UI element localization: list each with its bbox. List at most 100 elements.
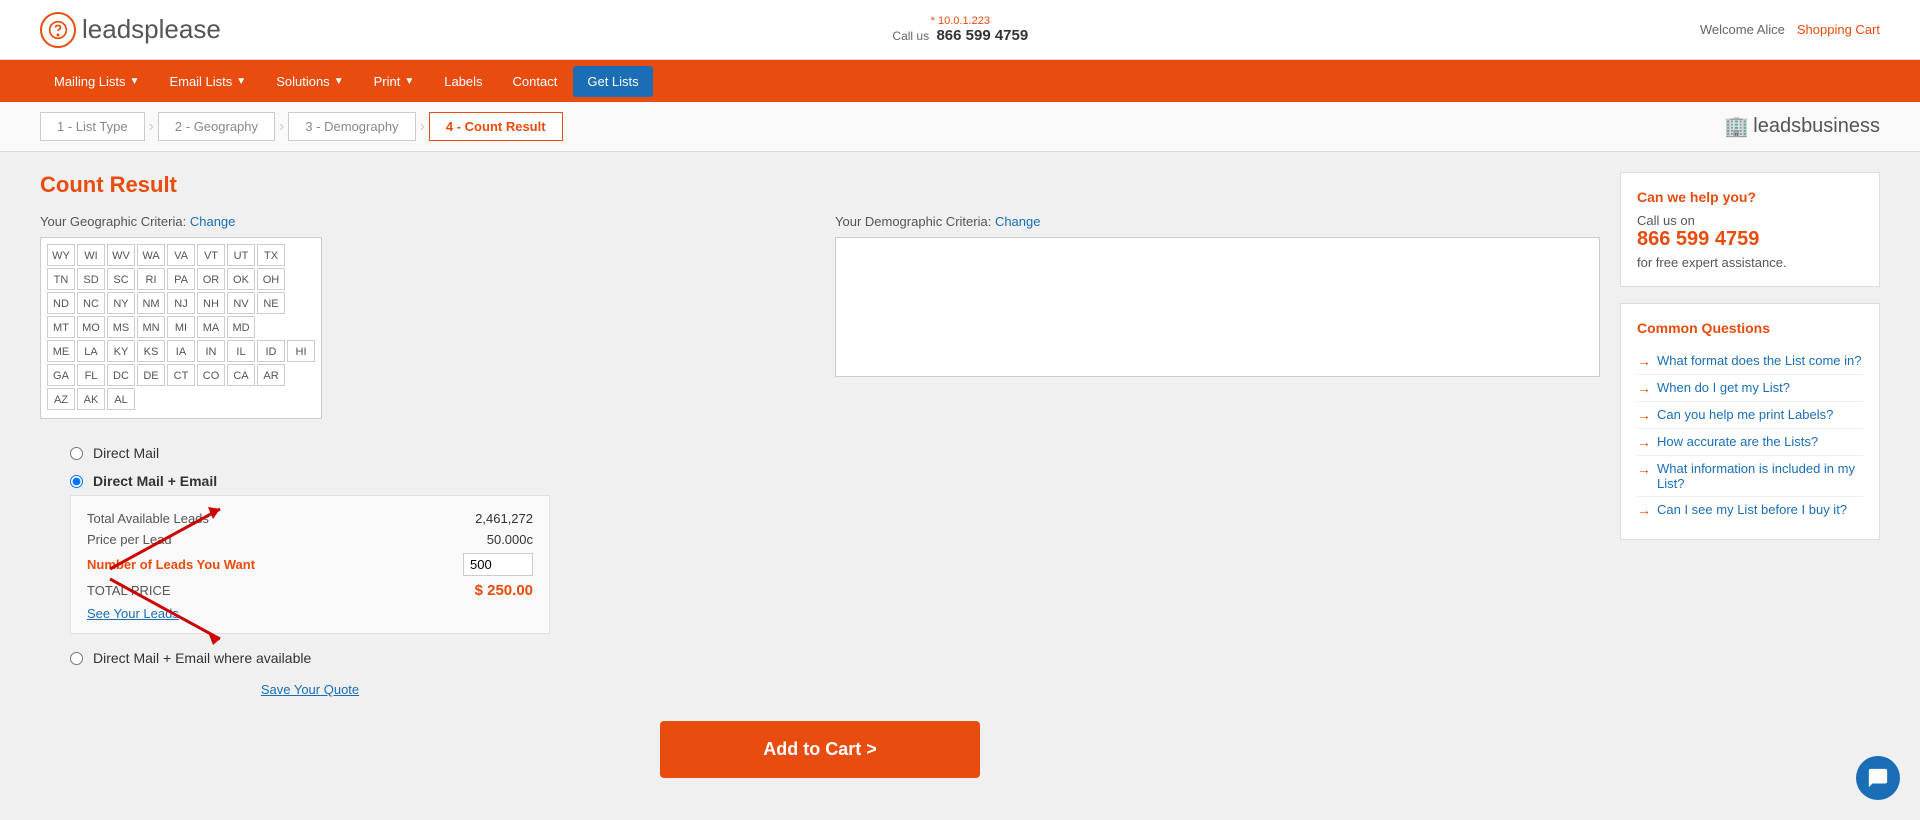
option-direct-mail-email-avail: Direct Mail + Email where available [70, 644, 1600, 672]
geographic-col: Your Geographic Criteria: Change WY WI W… [40, 214, 805, 419]
breadcrumb-arrow: › [420, 118, 425, 136]
sidebar-call-label: Call us on 866 599 4759 [1637, 213, 1863, 251]
add-to-cart-button[interactable]: Add to Cart > [660, 721, 980, 778]
state-row: WY WI WV WA VA VT UT TX [47, 244, 315, 266]
save-quote-link[interactable]: Save Your Quote [70, 682, 550, 697]
question-link-3[interactable]: Can you help me print Labels? [1657, 407, 1833, 422]
breadcrumb-step-2[interactable]: 2 - Geography [158, 112, 275, 141]
state-cell: CT [167, 364, 195, 386]
top-right: Welcome Alice Shopping Cart [1700, 22, 1880, 37]
nav-solutions[interactable]: Solutions ▼ [262, 66, 357, 97]
chevron-down-icon: ▼ [334, 76, 344, 87]
state-cell: PA [167, 268, 195, 290]
state-cell: SD [77, 268, 105, 290]
nav-get-lists[interactable]: Get Lists [573, 66, 652, 97]
geographic-label: Your Geographic Criteria: Change [40, 214, 805, 229]
state-cell: GA [47, 364, 75, 386]
state-cell: DE [137, 364, 165, 386]
question-link-2[interactable]: When do I get my List? [1657, 380, 1790, 395]
nav-email-lists[interactable]: Email Lists ▼ [155, 66, 260, 97]
state-cell: NH [197, 292, 225, 314]
state-cell: MS [107, 316, 135, 338]
state-cell: DC [107, 364, 135, 386]
state-cell: MN [137, 316, 165, 338]
total-price-row: TOTAL PRICE $ 250.00 [87, 579, 533, 602]
state-row: TN SD SC RI PA OR OK OH [47, 268, 315, 290]
state-cell: VT [197, 244, 225, 266]
arrow-icon: → [1637, 434, 1651, 450]
main-content: Count Result Your Geographic Criteria: C… [40, 172, 1600, 798]
top-center: * 10.0.1.223 Call us 866 599 4759 [892, 15, 1028, 44]
direct-mail-email-available-radio[interactable] [70, 652, 83, 665]
question-link-1[interactable]: What format does the List come in? [1657, 353, 1861, 368]
price-per-lead-row: Price per Lead 50.000c [87, 529, 533, 550]
breadcrumb-step-4[interactable]: 4 - Count Result [429, 112, 563, 141]
question-link-6[interactable]: Can I see my List before I buy it? [1657, 502, 1847, 517]
direct-mail-radio[interactable] [70, 447, 83, 460]
sidebar-help-title: Can we help you? [1637, 189, 1863, 205]
question-link-4[interactable]: How accurate are the Lists? [1657, 434, 1818, 449]
state-cell: MO [77, 316, 105, 338]
number-of-leads-input[interactable] [463, 553, 533, 576]
state-cell: KY [107, 340, 135, 362]
state-row: ND NC NY NM NJ NH NV NE [47, 292, 315, 314]
demographic-change-link[interactable]: Change [995, 214, 1041, 229]
options-container: Direct Mail Direct Mail + Email Total Av… [40, 439, 1600, 697]
state-cell: ND [47, 292, 75, 314]
option-direct-mail-email: Direct Mail + Email Total Available Lead… [70, 467, 1600, 634]
state-cell: OR [197, 268, 225, 290]
leads-business-logo: 🏢 leadsbusiness [1724, 114, 1880, 139]
breadcrumb-step-1[interactable]: 1 - List Type [40, 112, 145, 141]
state-cell: OK [227, 268, 255, 290]
total-leads-row: Total Available Leads 2,461,272 [87, 508, 533, 529]
demographic-box [835, 237, 1600, 377]
state-cell: SC [107, 268, 135, 290]
question-link-5[interactable]: What information is included in my List? [1657, 461, 1863, 491]
chat-button[interactable] [1856, 756, 1900, 800]
question-item-6: → Can I see my List before I buy it? [1637, 497, 1863, 523]
state-cell: AL [107, 388, 135, 410]
ip-address: * 10.0.1.223 [892, 15, 1028, 27]
direct-mail-label[interactable]: Direct Mail [93, 445, 159, 461]
nav-contact[interactable]: Contact [499, 66, 572, 97]
nav-labels[interactable]: Labels [430, 66, 496, 97]
state-cell: KS [137, 340, 165, 362]
arrow-icon: → [1637, 407, 1651, 423]
direct-mail-email-available-label[interactable]: Direct Mail + Email where available [93, 650, 311, 666]
state-row: ME LA KY KS IA IN IL ID HI [47, 340, 315, 362]
shopping-cart-link[interactable]: Shopping Cart [1797, 22, 1880, 37]
see-leads-link[interactable]: See Your Leads [87, 606, 533, 621]
state-cell: WA [137, 244, 165, 266]
direct-mail-email-radio[interactable] [70, 475, 83, 488]
criteria-section: Your Geographic Criteria: Change WY WI W… [40, 214, 1600, 419]
geographic-change-link[interactable]: Change [190, 214, 236, 229]
nav-print[interactable]: Print ▼ [360, 66, 429, 97]
state-cell: MD [227, 316, 255, 338]
state-cell: LA [77, 340, 105, 362]
state-cell: IN [197, 340, 225, 362]
nav-mailing-lists[interactable]: Mailing Lists ▼ [40, 66, 153, 97]
state-cell: HI [287, 340, 315, 362]
state-cell: VA [167, 244, 195, 266]
breadcrumb-arrow: › [279, 118, 284, 136]
state-cell: NM [137, 292, 165, 314]
breadcrumb-step-3[interactable]: 3 - Demography [288, 112, 415, 141]
question-item-2: → When do I get my List? [1637, 375, 1863, 402]
state-cell: MT [47, 316, 75, 338]
option-direct-mail: Direct Mail [70, 439, 1600, 467]
chevron-down-icon: ▼ [130, 76, 140, 87]
direct-mail-email-label[interactable]: Direct Mail + Email [93, 473, 217, 489]
state-cell: WY [47, 244, 75, 266]
state-cell: NC [77, 292, 105, 314]
state-cell: UT [227, 244, 255, 266]
state-row: AZ AK AL [47, 388, 315, 410]
welcome-text: Welcome Alice [1700, 22, 1785, 37]
state-cell: IA [167, 340, 195, 362]
state-cell: WI [77, 244, 105, 266]
sidebar-questions-box: Common Questions → What format does the … [1620, 303, 1880, 540]
sidebar-questions-title: Common Questions [1637, 320, 1863, 336]
num-leads-row: Number of Leads You Want [87, 550, 533, 579]
state-cell: FL [77, 364, 105, 386]
sidebar-help-box: Can we help you? Call us on 866 599 4759… [1620, 172, 1880, 287]
question-item-5: → What information is included in my Lis… [1637, 456, 1863, 497]
